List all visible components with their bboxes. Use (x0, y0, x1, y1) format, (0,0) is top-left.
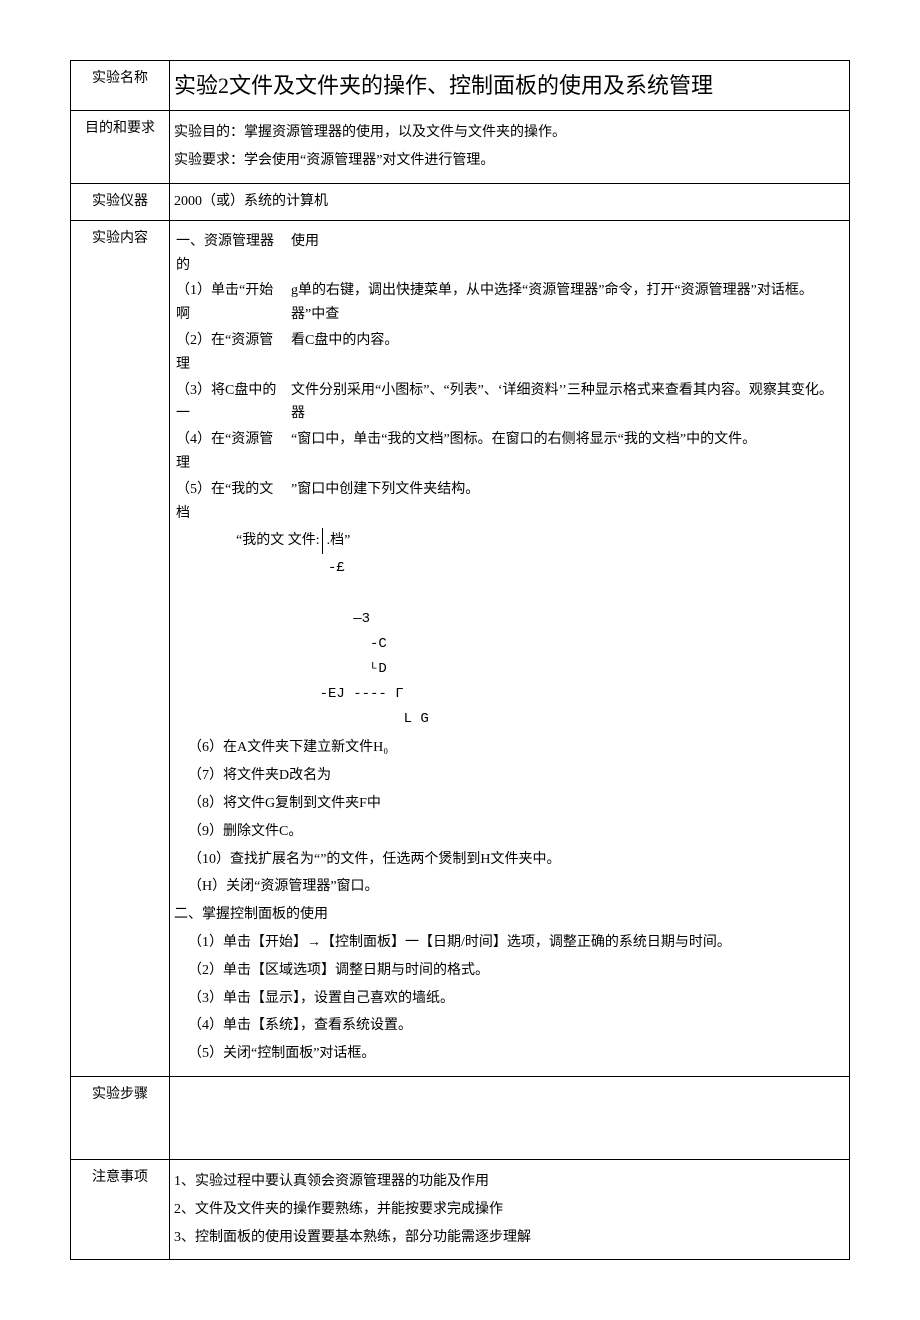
s2-4: （4）单击【系统】，查看系统设置。 (188, 1014, 845, 1038)
s1l4: （4）在“资源管理 (174, 427, 289, 477)
row-purpose-label: 目的和要求 (71, 111, 170, 184)
purpose-line-1: 实验目的：掌握资源管理器的使用，以及文件与文件夹的操作。 (174, 121, 845, 145)
section-1-items: （6）在A文件夹下建立新文件H₀ （7）将文件夹D改名为 （8）将文件G复制到文… (174, 736, 845, 899)
s1l0: 一、资源管理器的 (174, 229, 289, 279)
row-purpose-value: 实验目的：掌握资源管理器的使用，以及文件与文件夹的操作。 实验要求：学会使用“资… (170, 111, 850, 184)
row-notes-label: 注意事项 (71, 1160, 170, 1260)
s1r4: “窗口中，单击“我的文档”图标。在窗口的右侧将显示“我的文档”中的文件。 (289, 427, 845, 477)
experiment-table: 实验名称 实验2文件及文件夹的操作、控制面板的使用及系统管理 目的和要求 实验目… (70, 60, 850, 1260)
note-3: 3、控制面板的使用设置要基本熟练，部分功能需逐步理解 (174, 1226, 845, 1250)
row-steps-value (170, 1077, 850, 1160)
s2-5: （5）关闭“控制面板”对话框。 (188, 1042, 845, 1066)
row-content-label: 实验内容 (71, 220, 170, 1076)
s1r3: 文件分别采用“小图标”、“列表”、‘详细资料’’三种显示格式来查看其内容。观察其… (289, 378, 845, 428)
s1l3: （3）将C盘中的一 (174, 378, 289, 428)
c-item-8: （8）将文件G复制到文件夹F中 (188, 792, 845, 816)
row-name-label: 实验名称 (71, 61, 170, 111)
tree-label-row: “我的文 文件: .档” (234, 528, 352, 554)
c-item-6: （6）在A文件夹下建立新文件H₀ (188, 736, 845, 760)
s1l5: （5）在“我的文档 (174, 477, 289, 527)
s1r5: ”窗口中创建下列文件夹结构。 (289, 477, 845, 527)
c-item-7: （7）将文件夹D改名为 (188, 764, 845, 788)
section-1-split: 一、资源管理器的使用 （1）单击“开始啊g单的右键，调出快捷菜单，从中选择“资源… (174, 229, 845, 527)
folder-tree: -£ —3 -C ᴸD -EJ ---- Γ L G (174, 556, 845, 732)
s1l1: （1）单击“开始啊 (174, 278, 289, 328)
section-2-title: 二、掌握控制面板的使用 (174, 903, 845, 927)
s1r0: 使用 (289, 229, 845, 279)
c-item-10: （10）查找扩展名为“”的文件，任选两个煲制到H文件夹中。 (188, 848, 845, 872)
row-steps-label: 实验步骤 (71, 1077, 170, 1160)
tree-label-right: .档” (322, 528, 352, 554)
s2-1: （1）单击【开始】→【控制面板】一【日期/时间】选项，调整正确的系统日期与时间。 (188, 931, 845, 955)
row-instrument-label: 实验仪器 (71, 183, 170, 220)
s2-2: （2）单击【区域选项】调整日期与时间的格式。 (188, 959, 845, 983)
c-item-9: （9）删除文件C。 (188, 820, 845, 844)
note-1: 1、实验过程中要认真领会资源管理器的功能及作用 (174, 1170, 845, 1194)
note-2: 2、文件及文件夹的操作要熟练，并能按要求完成操作 (174, 1198, 845, 1222)
purpose-line-2: 实验要求：学会使用“资源管理器”对文件进行管理。 (174, 149, 845, 173)
row-notes-value: 1、实验过程中要认真领会资源管理器的功能及作用 2、文件及文件夹的操作要熟练，并… (170, 1160, 850, 1260)
s1r2: 看C盘中的内容。 (289, 328, 845, 378)
tree-label-left: “我的文 文件: (234, 528, 322, 554)
s2-3: （3）单击【显示】，设置自己喜欢的墙纸。 (188, 987, 845, 1011)
row-content-value: 一、资源管理器的使用 （1）单击“开始啊g单的右键，调出快捷菜单，从中选择“资源… (170, 220, 850, 1076)
section-2-items: （1）单击【开始】→【控制面板】一【日期/时间】选项，调整正确的系统日期与时间。… (174, 931, 845, 1066)
s1l2: （2）在“资源管理 (174, 328, 289, 378)
s1r1: g单的右键，调出快捷菜单，从中选择“资源管理器”命令，打开“资源管理器”对话框。… (289, 278, 845, 328)
c-item-h: （H）关闭“资源管理器”窗口。 (188, 875, 845, 899)
row-instrument-value: 2000（或）系统的计算机 (170, 183, 850, 220)
row-name-value: 实验2文件及文件夹的操作、控制面板的使用及系统管理 (170, 61, 850, 111)
